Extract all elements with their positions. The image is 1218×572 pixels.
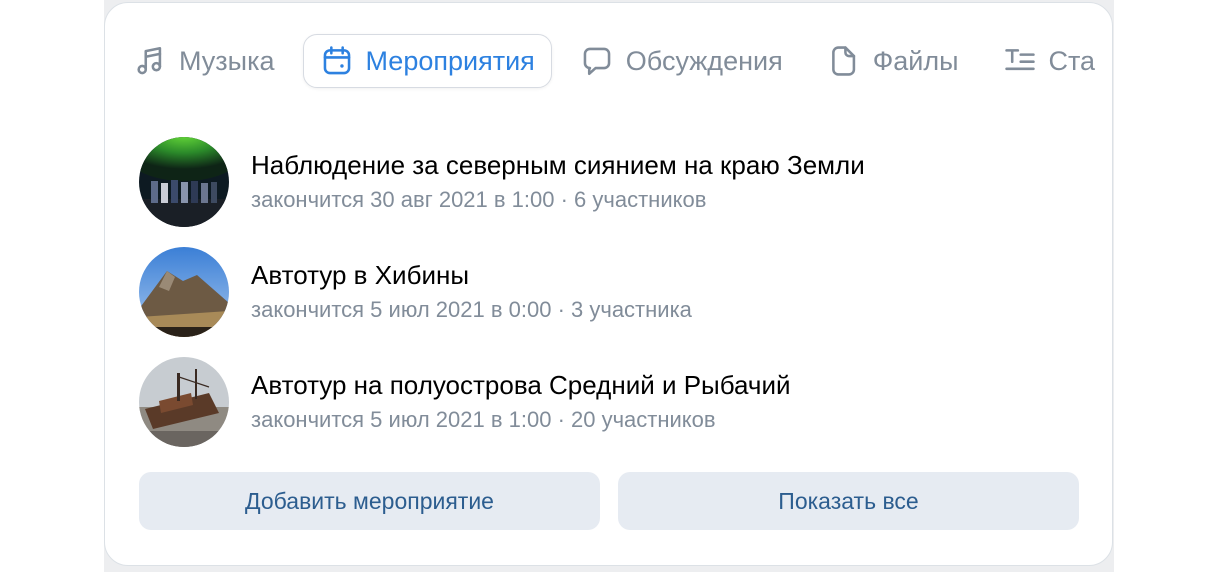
event-text: Наблюдение за северным сиянием на краю З… — [251, 148, 865, 216]
tab-music-label: Музыка — [179, 45, 275, 76]
event-row[interactable]: Автотур на полуострова Средний и Рыбачий… — [139, 347, 1112, 457]
tab-events[interactable]: Мероприятия — [302, 34, 552, 88]
music-note-icon — [133, 44, 167, 78]
event-title[interactable]: Наблюдение за северным сиянием на краю З… — [251, 148, 865, 182]
event-text: Автотур на полуострова Средний и Рыбачий… — [251, 368, 791, 436]
speech-bubble-icon — [580, 44, 614, 78]
text-lines-icon — [1003, 44, 1037, 78]
event-subtitle: закончится 5 июл 2021 в 0:00 · 3 участни… — [251, 297, 692, 322]
tab-articles-label: Ста — [1048, 45, 1096, 76]
tab-bar: Музыка Мероприятия Обсуждения Файлы Ста — [117, 33, 1112, 89]
tab-files[interactable]: Файлы — [811, 34, 975, 88]
event-avatar-aurora[interactable] — [139, 137, 229, 227]
tab-events-label: Мероприятия — [365, 45, 535, 76]
event-subtitle: закончится 5 июл 2021 в 1:00 · 20 участн… — [251, 407, 716, 432]
event-avatar-shipwreck[interactable] — [139, 357, 229, 447]
show-all-button[interactable]: Показать все — [618, 472, 1079, 530]
event-text: Автотур в Хибины закончится 5 июл 2021 в… — [251, 258, 692, 326]
event-title[interactable]: Автотур на полуострова Средний и Рыбачий — [251, 368, 791, 402]
tab-discussions[interactable]: Обсуждения — [564, 34, 799, 88]
event-title[interactable]: Автотур в Хибины — [251, 258, 692, 292]
tab-articles[interactable]: Ста — [987, 34, 1112, 88]
event-subtitle: закончится 30 авг 2021 в 1:00 · 6 участн… — [251, 187, 707, 212]
add-event-button[interactable]: Добавить мероприятие — [139, 472, 600, 530]
tab-music[interactable]: Музыка — [117, 34, 291, 88]
tab-discussions-label: Обсуждения — [625, 45, 783, 76]
events-list: Наблюдение за северным сиянием на краю З… — [139, 127, 1112, 457]
event-row[interactable]: Наблюдение за северным сиянием на краю З… — [139, 127, 1112, 237]
event-avatar-khibiny[interactable] — [139, 247, 229, 337]
document-icon — [827, 44, 861, 78]
event-row[interactable]: Автотур в Хибины закончится 5 июл 2021 в… — [139, 237, 1112, 347]
tab-files-label: Файлы — [872, 45, 959, 76]
calendar-icon — [320, 44, 354, 78]
events-card: Музыка Мероприятия Обсуждения Файлы Ста … — [104, 2, 1113, 566]
action-buttons: Добавить мероприятие Показать все — [139, 472, 1079, 530]
